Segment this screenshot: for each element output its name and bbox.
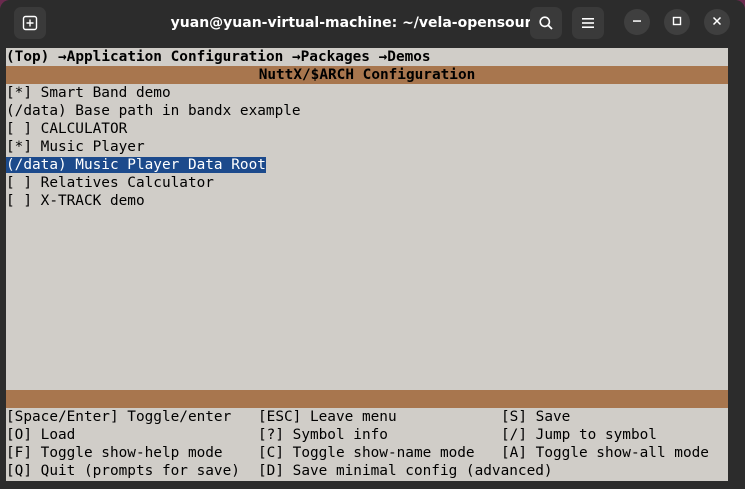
help-leave-menu: [ESC] Leave menu bbox=[258, 409, 397, 425]
menu-item-x-track-demo[interactable]: [ ] X-TRACK demo bbox=[6, 192, 728, 210]
title-bar: yuan@yuan-virtual-machine: ~/vela-openso… bbox=[0, 0, 745, 46]
new-tab-button[interactable] bbox=[14, 7, 46, 39]
menu-item-music-player-data-root[interactable]: (/data) Music Player Data Root bbox=[6, 156, 728, 174]
help-load: [O] Load bbox=[6, 427, 76, 443]
menu-item-relatives-calculator[interactable]: [ ] Relatives Calculator bbox=[6, 174, 728, 192]
minimize-button[interactable] bbox=[624, 9, 650, 35]
hamburger-menu-icon bbox=[581, 17, 595, 29]
menu-item-music-player[interactable]: [*] Music Player bbox=[6, 138, 728, 156]
minimize-icon bbox=[632, 13, 642, 31]
search-button[interactable] bbox=[530, 7, 562, 39]
close-icon bbox=[712, 13, 722, 31]
help-save-minimal-config: [D] Save minimal config (advanced) bbox=[258, 463, 553, 479]
close-button[interactable] bbox=[704, 9, 730, 35]
help-show-all-mode: [A] Toggle show-all mode bbox=[501, 445, 709, 461]
search-icon bbox=[538, 15, 554, 31]
window-title: yuan@yuan-virtual-machine: ~/vela-openso… bbox=[170, 15, 550, 31]
config-title: NuttX/$ARCH Configuration bbox=[258, 67, 476, 83]
breadcrumb: (Top) →Application Configuration →Packag… bbox=[6, 48, 728, 66]
menu-item-label: (/data) Base path in bandx example bbox=[6, 103, 301, 119]
menu-item-label: [ ] X-TRACK demo bbox=[6, 193, 145, 209]
breadcrumb-arrow: → bbox=[291, 49, 301, 65]
terminal-window: yuan@yuan-virtual-machine: ~/vela-openso… bbox=[0, 0, 745, 489]
maximize-icon bbox=[672, 13, 682, 31]
help-save: [S] Save bbox=[501, 409, 571, 425]
help-show-name-mode: [C] Toggle show-name mode bbox=[258, 445, 475, 461]
menu-item-calculator[interactable]: [ ] CALCULATOR bbox=[6, 120, 728, 138]
help-quit: [Q] Quit (prompts for save) bbox=[6, 463, 240, 479]
breadcrumb-arrow: → bbox=[378, 49, 388, 65]
terminal-scrollbar[interactable] bbox=[728, 48, 745, 481]
menu-item-label: [*] Music Player bbox=[6, 139, 145, 155]
menu-item-smart-band-demo[interactable]: [*] Smart Band demo bbox=[6, 84, 728, 102]
help-show-help-mode: [F] Toggle show-help mode bbox=[6, 445, 223, 461]
menu-item-label-selected: (/data) Music Player Data Root bbox=[6, 157, 266, 173]
maximize-button[interactable] bbox=[664, 9, 690, 35]
help-jump-to-symbol: [/] Jump to symbol bbox=[501, 427, 657, 443]
footer-bar bbox=[6, 390, 728, 408]
breadcrumb-item-demos: Demos bbox=[387, 49, 431, 65]
help-symbol-info: [?] Symbol info bbox=[258, 427, 388, 443]
new-tab-icon bbox=[22, 15, 38, 31]
menu-item-label: [ ] CALCULATOR bbox=[6, 121, 128, 137]
breadcrumb-item-packages: Packages bbox=[300, 49, 370, 65]
terminal-content[interactable]: (Top) →Application Configuration →Packag… bbox=[6, 48, 728, 481]
menu-item-bandx-base-path[interactable]: (/data) Base path in bandx example bbox=[6, 102, 728, 120]
breadcrumb-arrow: → bbox=[58, 49, 67, 65]
help-toggle-enter: [Space/Enter] Toggle/enter bbox=[6, 409, 232, 425]
menu-item-label: [*] Smart Band demo bbox=[6, 85, 171, 101]
menu-button[interactable] bbox=[572, 7, 604, 39]
breadcrumb-top: (Top) bbox=[6, 49, 50, 65]
menu-item-label: [ ] Relatives Calculator bbox=[6, 175, 214, 191]
breadcrumb-item-application-configuration: Application Configuration bbox=[66, 49, 284, 65]
